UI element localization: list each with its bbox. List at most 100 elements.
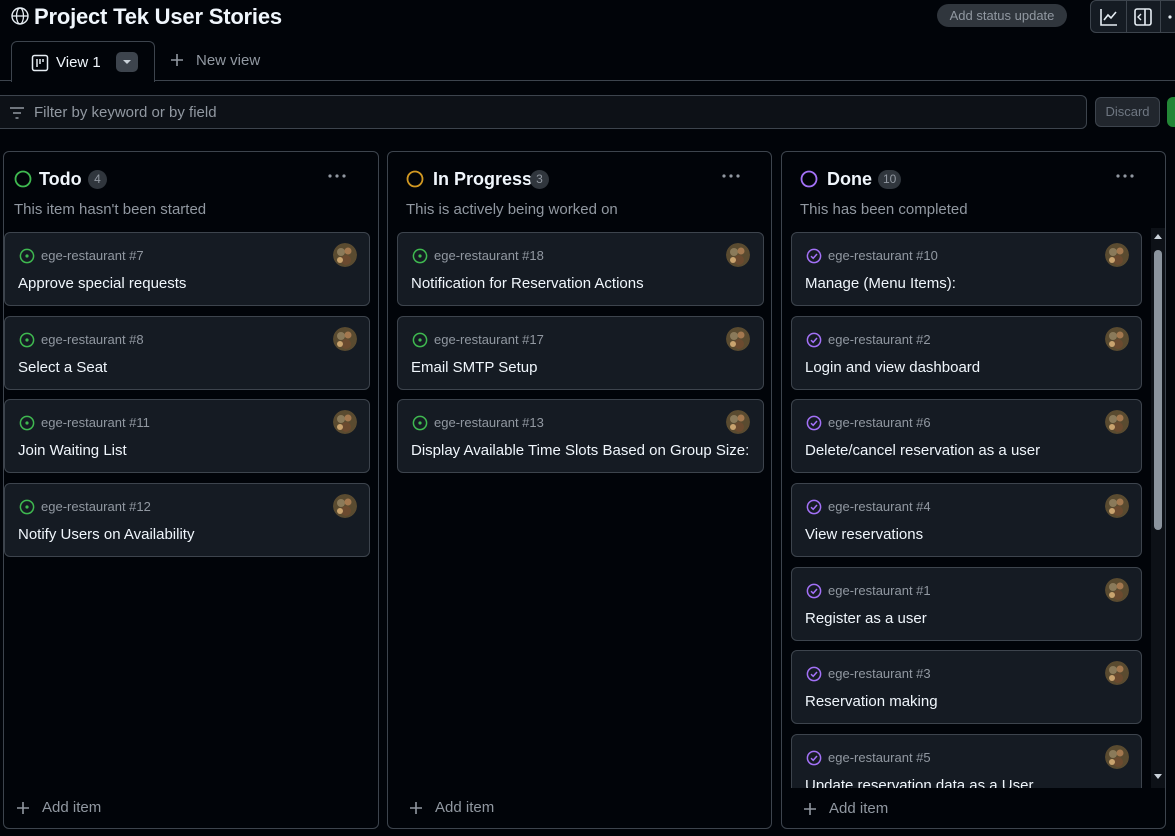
kebab-horizontal-icon[interactable] — [1110, 166, 1140, 186]
scroll-up-arrow-icon[interactable] — [1154, 233, 1162, 241]
view-tabs: View 1 New view — [0, 40, 1175, 82]
issue-card[interactable]: ege-restaurant #6 Delete/cancel reservat… — [791, 399, 1142, 473]
issue-card[interactable]: ege-restaurant #1 Register as a user — [791, 567, 1142, 641]
tab-label: View 1 — [56, 54, 101, 71]
column-done: Done 10 This has been completed ege-rest… — [781, 151, 1166, 829]
assignee-avatar[interactable] — [1105, 745, 1129, 769]
assignee-avatar[interactable] — [1105, 410, 1129, 434]
card-title[interactable]: Notification for Reservation Actions — [411, 275, 644, 292]
issue-open-icon — [19, 332, 35, 348]
assignee-avatar[interactable] — [333, 494, 357, 518]
add-item-label: Add item — [42, 799, 102, 816]
column-description: This is actively being worked on — [406, 201, 618, 218]
issue-card[interactable]: ege-restaurant #7 Approve special reques… — [4, 232, 370, 306]
column-count-badge: 4 — [88, 170, 107, 189]
issue-open-icon — [19, 248, 35, 264]
card-title[interactable]: Register as a user — [805, 610, 927, 627]
card-reference[interactable]: ege-restaurant #10 — [828, 248, 938, 263]
assignee-avatar[interactable] — [333, 243, 357, 267]
card-title[interactable]: Email SMTP Setup — [411, 359, 537, 376]
assignee-avatar[interactable] — [1105, 243, 1129, 267]
card-title[interactable]: Reservation making — [805, 693, 938, 710]
card-title[interactable]: Manage (Menu Items): — [805, 275, 956, 292]
assignee-avatar[interactable] — [1105, 578, 1129, 602]
issue-open-icon — [19, 415, 35, 431]
issue-card[interactable]: ege-restaurant #13 Display Available Tim… — [397, 399, 764, 473]
card-title[interactable]: Notify Users on Availability — [18, 526, 194, 543]
card-reference[interactable]: ege-restaurant #3 — [828, 666, 931, 681]
card-title[interactable]: View reservations — [805, 526, 923, 543]
assignee-avatar[interactable] — [1105, 661, 1129, 685]
issue-card[interactable]: ege-restaurant #4 View reservations — [791, 483, 1142, 557]
card-reference[interactable]: ege-restaurant #8 — [41, 332, 144, 347]
view-options-dropdown[interactable] — [116, 52, 138, 72]
issue-closed-icon — [806, 332, 822, 348]
assignee-avatar[interactable] — [726, 243, 750, 267]
issue-card[interactable]: ege-restaurant #2 Login and view dashboa… — [791, 316, 1142, 390]
globe-icon — [11, 7, 29, 25]
tab-view-1[interactable]: View 1 — [11, 41, 155, 82]
column-title: In Progress — [433, 169, 533, 189]
card-reference[interactable]: ege-restaurant #13 — [434, 415, 544, 430]
card-title[interactable]: Login and view dashboard — [805, 359, 980, 376]
issue-card[interactable]: ege-restaurant #18 Notification for Rese… — [397, 232, 764, 306]
column-in-progress: In Progress 3 This is actively being wor… — [387, 151, 772, 829]
issue-closed-icon — [806, 415, 822, 431]
assignee-avatar[interactable] — [726, 327, 750, 351]
plus-icon — [171, 54, 183, 66]
save-button[interactable] — [1167, 97, 1175, 127]
column-todo: Todo 4 This item hasn't been started ege… — [3, 151, 379, 829]
add-status-update-button[interactable]: Add status update — [937, 4, 1067, 27]
issue-closed-icon — [806, 248, 822, 264]
issue-card[interactable]: ege-restaurant #11 Join Waiting List — [4, 399, 370, 473]
add-item-label: Add item — [829, 800, 889, 817]
side-panel-icon[interactable] — [1133, 7, 1153, 27]
filter-icon — [10, 107, 24, 119]
assignee-avatar[interactable] — [1105, 494, 1129, 518]
issue-card[interactable]: ege-restaurant #10 Manage (Menu Items): — [791, 232, 1142, 306]
kebab-horizontal-icon[interactable] — [716, 166, 746, 186]
scroll-down-arrow-icon[interactable] — [1154, 772, 1162, 780]
issue-card[interactable]: ege-restaurant #8 Select a Seat — [4, 316, 370, 390]
circle-outline-icon — [800, 170, 818, 188]
card-title[interactable]: Select a Seat — [18, 359, 107, 376]
filter-input[interactable] — [34, 96, 1074, 128]
card-reference[interactable]: ege-restaurant #4 — [828, 499, 931, 514]
column-title: Todo — [39, 169, 82, 189]
card-reference[interactable]: ege-restaurant #12 — [41, 499, 151, 514]
issue-card[interactable]: ege-restaurant #3 Reservation making — [791, 650, 1142, 724]
page-title: Project Tek User Stories — [34, 4, 282, 29]
assignee-avatar[interactable] — [333, 410, 357, 434]
column-description: This has been completed — [800, 201, 968, 218]
card-reference[interactable]: ege-restaurant #18 — [434, 248, 544, 263]
card-reference[interactable]: ege-restaurant #11 — [41, 415, 150, 430]
issue-card[interactable]: ege-restaurant #5 Update reservation dat… — [791, 734, 1142, 788]
card-title[interactable]: Approve special requests — [18, 275, 186, 292]
issue-closed-icon — [806, 583, 822, 599]
issue-card[interactable]: ege-restaurant #17 Email SMTP Setup — [397, 316, 764, 390]
card-title[interactable]: Display Available Time Slots Based on Gr… — [411, 442, 749, 459]
card-title[interactable]: Join Waiting List — [18, 442, 127, 459]
assignee-avatar[interactable] — [333, 327, 357, 351]
card-reference[interactable]: ege-restaurant #5 — [828, 750, 931, 765]
issue-closed-icon — [806, 666, 822, 682]
issue-card[interactable]: ege-restaurant #12 Notify Users on Avail… — [4, 483, 370, 557]
card-reference[interactable]: ege-restaurant #6 — [828, 415, 931, 430]
card-title[interactable]: Delete/cancel reservation as a user — [805, 442, 1040, 459]
done-column-scrollbar[interactable] — [1151, 228, 1165, 788]
kebab-horizontal-icon[interactable] — [322, 166, 352, 186]
issue-open-icon — [412, 415, 428, 431]
discard-button[interactable]: Discard — [1095, 97, 1160, 127]
assignee-avatar[interactable] — [1105, 327, 1129, 351]
insights-chart-icon[interactable] — [1099, 7, 1119, 27]
filter-bar — [0, 95, 1087, 129]
card-reference[interactable]: ege-restaurant #17 — [434, 332, 544, 347]
card-title[interactable]: Update reservation data as a User — [805, 777, 1033, 788]
more-options-icon[interactable] — [1167, 7, 1175, 27]
card-reference[interactable]: ege-restaurant #2 — [828, 332, 931, 347]
assignee-avatar[interactable] — [726, 410, 750, 434]
card-reference[interactable]: ege-restaurant #7 — [41, 248, 144, 263]
scrollbar-thumb[interactable] — [1154, 250, 1162, 530]
card-reference[interactable]: ege-restaurant #1 — [828, 583, 931, 598]
toolbar-divider — [1126, 1, 1127, 33]
